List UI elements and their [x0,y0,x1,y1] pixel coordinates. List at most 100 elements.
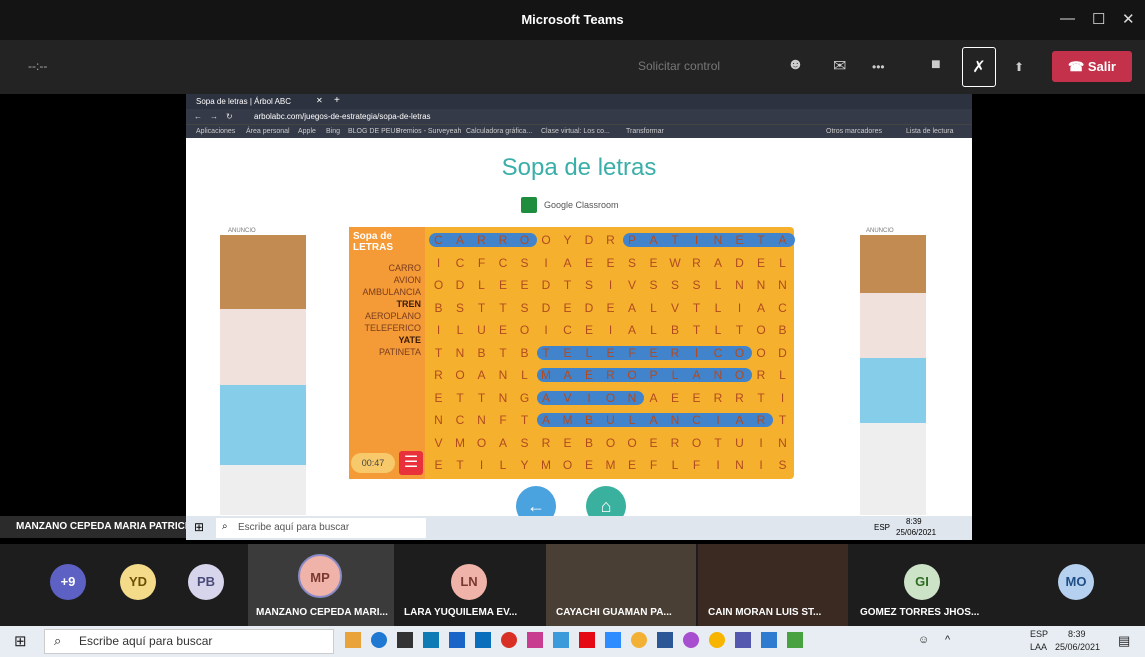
grid-letter[interactable]: O [601,434,620,453]
grid-letter[interactable]: T [494,299,513,318]
grid-letter[interactable]: D [580,299,599,318]
grid-letter[interactable]: M [558,411,577,430]
grid-letter[interactable]: E [601,299,620,318]
grid-letter[interactable]: N [752,276,771,295]
participant-avatar[interactable]: PB [188,564,224,600]
bookmark-0[interactable]: Aplicaciones [196,128,235,135]
grid-letter[interactable]: R [752,411,771,430]
grid-letter[interactable]: E [429,456,448,475]
word-icon[interactable] [657,632,673,648]
ad-column-left[interactable] [220,235,306,515]
grid-letter[interactable]: F [623,344,642,363]
grid-letter[interactable]: E [494,321,513,340]
shared-time[interactable]: 8:39 [906,517,922,526]
grid-letter[interactable]: A [558,254,577,273]
grid-letter[interactable]: D [773,344,792,363]
grid-letter[interactable]: A [494,434,513,453]
grid-letter[interactable]: I [752,434,771,453]
grid-letter[interactable]: O [623,434,642,453]
chat-icon[interactable]: ✉ [833,56,846,76]
participant-tile-active[interactable]: MP MANZANO CEPEDA MARI... [248,544,394,626]
grid-letter[interactable]: N [494,389,513,408]
maximize-button[interactable]: ☐ [1092,10,1105,28]
grid-letter[interactable]: D [537,299,556,318]
grid-letter[interactable]: L [666,366,685,385]
bookmark-6[interactable]: Calculadora gráfica... [466,128,532,135]
grid-letter[interactable]: S [580,276,599,295]
chrome-icon[interactable] [631,632,647,648]
mic-off-icon[interactable]: ✗ [962,47,996,87]
grid-letter[interactable]: E [429,389,448,408]
grid-letter[interactable]: R [429,366,448,385]
grid-letter[interactable]: V [666,299,685,318]
participants-icon[interactable]: ☻ [787,56,804,74]
grid-letter[interactable]: E [644,434,663,453]
grid-letter[interactable]: C [451,411,470,430]
bookmark-9[interactable]: Otros marcadores [826,128,882,135]
grid-letter[interactable]: D [580,231,599,250]
grid-letter[interactable]: E [558,434,577,453]
grid-letter[interactable]: A [709,254,728,273]
app-icon[interactable] [683,632,699,648]
participant-video[interactable]: CAIN MORAN LUIS ST... [698,544,848,626]
grid-letter[interactable]: M [601,456,620,475]
grid-letter[interactable]: C [773,299,792,318]
grid-letter[interactable]: T [429,344,448,363]
grid-letter[interactable]: I [687,231,706,250]
grid-letter[interactable]: L [773,254,792,273]
grid-letter[interactable]: S [623,254,642,273]
clock-date[interactable]: 25/06/2021 [1055,642,1100,652]
file-explorer-icon[interactable] [345,632,361,648]
grid-letter[interactable]: V [623,276,642,295]
request-control-button[interactable]: Solicitar control [638,59,720,73]
grid-letter[interactable]: F [644,456,663,475]
grid-letter[interactable]: N [773,434,792,453]
grid-letter[interactable]: E [515,276,534,295]
bookmark-5[interactable]: Premios - Surveyeah [396,128,461,135]
grid-letter[interactable]: L [644,321,663,340]
classroom-link[interactable]: Google Classroom [544,200,619,210]
grid-letter[interactable]: N [730,456,749,475]
grid-letter[interactable]: N [666,411,685,430]
grid-letter[interactable]: N [494,366,513,385]
grid-letter[interactable]: E [558,299,577,318]
bookmark-7[interactable]: Clase virtual: Los co... [541,128,610,135]
zoom-icon[interactable] [605,632,621,648]
grid-letter[interactable]: S [644,276,663,295]
participant-video[interactable]: CAYACHI GUAMAN PA... [546,544,696,626]
grid-letter[interactable]: T [687,299,706,318]
grid-letter[interactable]: U [730,434,749,453]
grid-letter[interactable]: R [752,366,771,385]
grid-letter[interactable]: R [601,366,620,385]
grid-letter[interactable]: R [666,344,685,363]
grid-letter[interactable]: A [644,389,663,408]
grid-letter[interactable]: A [752,299,771,318]
grid-letter[interactable]: S [687,276,706,295]
grid-letter[interactable]: A [472,366,491,385]
bookmark-4[interactable]: BLOG DE PEUS [348,128,400,135]
grid-letter[interactable]: E [580,456,599,475]
leave-button[interactable]: ☎ Salir [1052,51,1132,82]
grid-letter[interactable]: R [494,231,513,250]
ad-column-right[interactable] [860,235,926,515]
grid-letter[interactable]: R [687,254,706,273]
grid-letter[interactable]: R [709,389,728,408]
grid-letter[interactable]: D [537,276,556,295]
grid-letter[interactable]: B [429,299,448,318]
grid-letter[interactable]: F [494,411,513,430]
browser-tab[interactable]: Sopa de letras | Árbol ABC [196,97,291,106]
grid-letter[interactable]: L [580,344,599,363]
more-options-button[interactable]: ••• [872,60,885,74]
grid-letter[interactable]: E [601,344,620,363]
grid-letter[interactable]: T [537,344,556,363]
grid-letter[interactable]: O [752,321,771,340]
grid-letter[interactable]: B [515,344,534,363]
minimize-button[interactable]: — [1060,10,1075,27]
grid-letter[interactable]: L [644,299,663,318]
grid-letter[interactable]: Y [515,456,534,475]
grid-letter[interactable]: I [537,321,556,340]
photos-icon[interactable] [527,632,543,648]
game-menu-button[interactable]: ☰ [399,451,423,475]
grid-letter[interactable]: N [429,411,448,430]
grid-letter[interactable]: L [773,366,792,385]
